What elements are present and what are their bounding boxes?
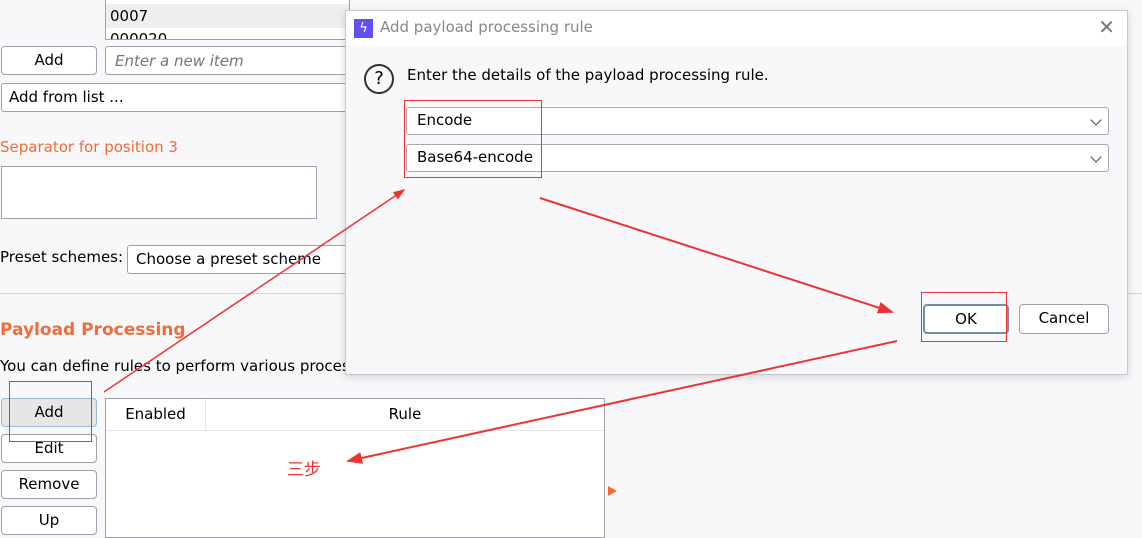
annotation-arrow bbox=[103, 189, 406, 393]
highlight-box bbox=[9, 381, 92, 442]
annotation-overlay bbox=[9, 100, 1007, 464]
annotation-label: 三步 bbox=[287, 460, 321, 480]
annotation-arrow bbox=[539, 197, 894, 314]
highlight-box bbox=[921, 292, 1007, 342]
annotation-arrow bbox=[346, 340, 898, 464]
highlight-box bbox=[404, 100, 542, 178]
